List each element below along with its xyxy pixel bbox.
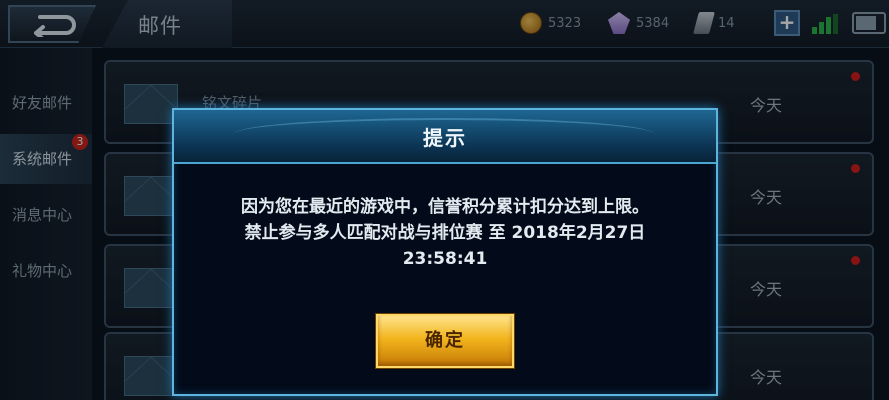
- dialog-message-line: 因为您在最近的游戏中，信誉积分累计扣分达到上限。: [241, 197, 649, 217]
- dialog-message-line: 禁止参与多人匹配对战与排位赛 至 2018年2月27日: [244, 223, 646, 243]
- dialog-message-line: 23:58:41: [402, 249, 488, 269]
- dialog-title: 提示: [423, 126, 467, 150]
- confirm-button[interactable]: 确定: [376, 314, 514, 368]
- notice-dialog: 提示 因为您在最近的游戏中，信誉积分累计扣分达到上限。 禁止参与多人匹配对战与排…: [172, 108, 718, 396]
- dialog-header: 提示: [174, 110, 716, 164]
- dialog-message: 因为您在最近的游戏中，信誉积分累计扣分达到上限。 禁止参与多人匹配对战与排位赛 …: [174, 194, 716, 272]
